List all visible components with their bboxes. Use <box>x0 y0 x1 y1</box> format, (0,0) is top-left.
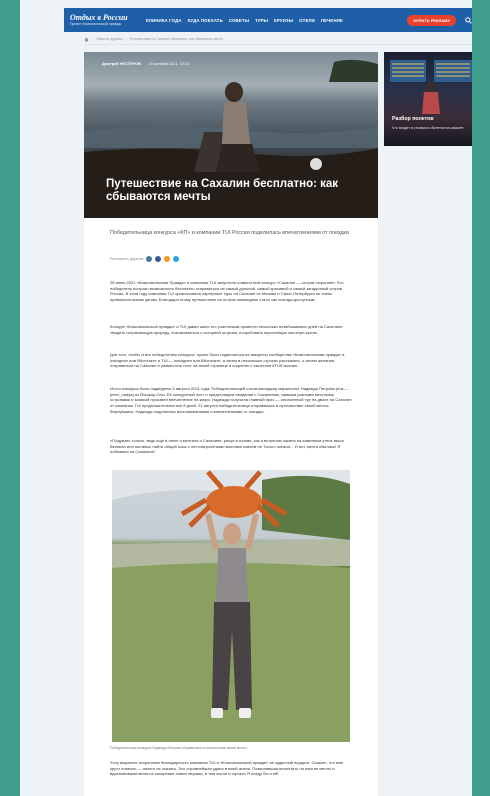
site-logo[interactable]: Отдых в России Проект Комсомольской прав… <box>64 12 140 27</box>
search-icon[interactable] <box>460 16 472 24</box>
article-paragraph: Хочу выразить искреннюю благодарность ко… <box>110 760 344 777</box>
page-title: Путешествие на Сахалин бесплатно: как сб… <box>106 178 339 203</box>
telegram-share-icon[interactable] <box>173 256 180 262</box>
nav-item-clinic[interactable]: КЛИНИКА ГОДА <box>146 18 182 23</box>
facebook-share-icon[interactable] <box>155 256 162 262</box>
article-photo <box>112 470 350 742</box>
home-icon[interactable] <box>84 37 89 42</box>
breadcrumb-item-current: Путешествие на Сахалин бесплатно: как сб… <box>129 37 224 41</box>
nav-item-where-to-go[interactable]: КУДА ПОЕХАТЬ <box>188 18 223 23</box>
article-lead: Победительница конкурса «КП» и компании … <box>110 230 349 236</box>
breadcrumb-separator-icon: › <box>125 37 127 41</box>
nav-item-tours[interactable]: ТУРЫ <box>255 18 268 23</box>
ok-share-icon[interactable] <box>164 256 171 262</box>
main-nav: КЛИНИКА ГОДА КУДА ПОЕХАТЬ СОВЕТЫ ТУРЫ КР… <box>146 18 343 23</box>
sidebar-promo-card[interactable]: Разбор полетов Что входит в стоимость би… <box>384 52 472 146</box>
article-paragraph: «Подумать только, ведь ещё в июле я мечт… <box>110 438 344 455</box>
nav-item-advice[interactable]: СОВЕТЫ <box>229 18 249 23</box>
promo-photo-illustration <box>390 60 472 114</box>
author-name[interactable]: Дмитрий НЕСТЕРОВ <box>102 62 141 66</box>
logo-title: Отдых в России <box>70 12 128 22</box>
site-header: Отдых в России Проект Комсомольской прав… <box>64 8 472 32</box>
share-bar: Рассказать друзьям <box>110 256 180 262</box>
article-paragraph: 25 июля 2021 «Комсомольская Правда» и ко… <box>110 280 344 303</box>
breadcrumb: › Новости дружбы › Путешествие на Сахали… <box>84 34 472 45</box>
article-paragraph: Конкурс «Комсомольской правды» и TUI дав… <box>110 324 344 335</box>
article-meta: Дмитрий НЕСТЕРОВ 15 октября 2021, 14:15 <box>102 62 189 66</box>
nav-item-treatment[interactable]: ЛЕЧЕНИЕ <box>321 18 343 23</box>
article-paragraph: Для того, чтобы стать победителем конкур… <box>110 352 345 369</box>
promo-title: Разбор полетов <box>392 116 434 122</box>
buy-ads-button[interactable]: КУПИТЬ РЕКЛАМУ <box>407 14 456 26</box>
publish-date: 15 октября 2021, 14:15 <box>148 62 190 66</box>
share-label: Рассказать друзьям <box>110 257 144 261</box>
promo-subtitle: Что входит в стоимость билетов на самоле… <box>392 126 464 130</box>
photo-illustration <box>112 470 350 742</box>
nav-item-cruises[interactable]: КРУИЗЫ <box>274 18 293 23</box>
breadcrumb-item-section[interactable]: Новости дружбы <box>96 37 122 41</box>
nav-item-hotels[interactable]: ОТЕЛИ <box>299 18 315 23</box>
article: Дмитрий НЕСТЕРОВ 15 октября 2021, 14:15 … <box>84 52 378 796</box>
breadcrumb-separator-icon: › <box>92 37 94 41</box>
vk-share-icon[interactable] <box>146 256 153 262</box>
article-paragraph: Итоги конкурса были подведены 5 августа … <box>110 386 352 414</box>
hero-image: Дмитрий НЕСТЕРОВ 15 октября 2021, 14:15 … <box>84 52 378 218</box>
page: Отдых в России Проект Комсомольской прав… <box>20 0 472 796</box>
logo-subtitle: Проект Комсомольской правды <box>70 21 122 26</box>
photo-caption: Победительница конкурса Надежда Петрова … <box>110 746 248 750</box>
